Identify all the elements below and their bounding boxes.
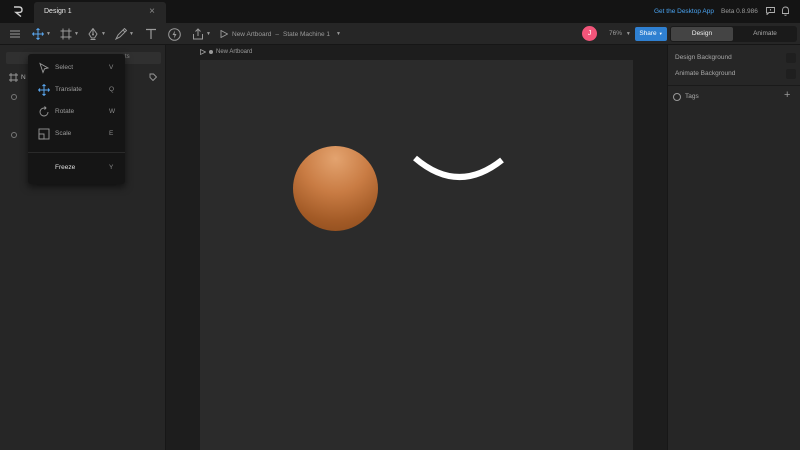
zoom-value: 76% xyxy=(609,30,623,37)
pen-tool-button[interactable]: ▼ xyxy=(87,27,106,41)
smile-curve-shape[interactable] xyxy=(410,150,510,190)
artboard-label[interactable]: New Artboard xyxy=(200,49,252,55)
lightning-circle-icon xyxy=(168,27,181,41)
scale-icon xyxy=(38,128,50,140)
main-menu-button[interactable] xyxy=(9,27,21,41)
document-tab-title: Design 1 xyxy=(44,8,72,15)
share-button[interactable]: Share ▼ xyxy=(635,27,667,41)
inspector-panel: Design Background Animate Background Tag… xyxy=(667,45,800,450)
brush-icon xyxy=(115,28,127,40)
text-t-icon xyxy=(146,28,156,39)
title-bar: Design 1 × Get the Desktop App Beta 0.8.… xyxy=(0,0,800,23)
record-dot-icon xyxy=(209,50,213,54)
events-tool-button[interactable] xyxy=(168,27,181,41)
animate-mode-tab[interactable]: Animate xyxy=(734,27,796,41)
freeze-label: Freeze xyxy=(55,164,76,171)
version-label: Beta 0.8.986 xyxy=(721,8,758,15)
translate-arrows-icon xyxy=(38,84,50,96)
chevron-down-icon: ▼ xyxy=(658,31,663,36)
transform-tool-menu: Select V Translate Q Rotate W Scale E Fr… xyxy=(28,54,125,184)
chevron-down-icon[interactable]: ▼ xyxy=(336,31,341,37)
artboard-row-label: N xyxy=(21,74,26,81)
breadcrumb-separator: – xyxy=(275,30,280,38)
menu-divider xyxy=(28,152,125,153)
menu-item-label: Select xyxy=(55,64,74,71)
chevron-down-icon: ▼ xyxy=(206,31,211,37)
breadcrumb[interactable]: New Artboard – State Machine 1 ▼ xyxy=(220,30,341,38)
select-arrow-icon xyxy=(39,62,50,74)
chevron-down-icon: ▼ xyxy=(101,31,106,37)
mode-switch: Design Animate xyxy=(670,26,797,42)
upload-export-icon xyxy=(193,28,203,40)
design-mode-tab[interactable]: Design xyxy=(671,27,733,41)
rotate-icon xyxy=(39,106,49,117)
chevron-down-icon: ▼ xyxy=(74,31,79,37)
tags-section-label: Tags xyxy=(685,93,699,100)
tag-icon[interactable] xyxy=(149,73,157,81)
artboard-frame-icon xyxy=(60,28,72,40)
shape-tool-button[interactable]: ▼ xyxy=(115,27,134,41)
design-background-label: Design Background xyxy=(675,54,732,61)
animate-background-swatch[interactable] xyxy=(786,69,796,79)
chevron-down-icon: ▼ xyxy=(625,31,631,37)
chevron-down-icon: ▼ xyxy=(46,31,51,37)
rive-logo-icon[interactable] xyxy=(13,6,23,17)
menu-item-select[interactable]: Select V xyxy=(28,58,125,78)
menu-item-freeze[interactable]: Freeze Y xyxy=(28,158,125,178)
move-arrows-icon xyxy=(32,28,44,40)
orange-ball-shape[interactable] xyxy=(293,146,378,231)
design-background-swatch[interactable] xyxy=(786,53,796,63)
tags-toggle-icon[interactable] xyxy=(673,93,681,101)
feedback-icon[interactable] xyxy=(766,7,775,15)
tree-node-icon[interactable] xyxy=(11,94,17,100)
get-desktop-app-link[interactable]: Get the Desktop App xyxy=(654,8,714,15)
shortcut-key: Q xyxy=(109,86,115,93)
play-icon[interactable] xyxy=(220,30,228,38)
tree-node-icon[interactable] xyxy=(11,132,17,138)
panel-divider xyxy=(668,85,800,86)
menu-item-label: Translate xyxy=(55,86,82,93)
play-icon[interactable] xyxy=(200,49,206,55)
shortcut-key: E xyxy=(109,130,114,137)
shortcut-key: Y xyxy=(109,164,114,171)
menu-item-label: Scale xyxy=(55,130,72,137)
add-tag-icon[interactable]: + xyxy=(784,89,790,101)
pen-nib-icon xyxy=(88,28,98,40)
text-tool-button[interactable] xyxy=(145,27,157,41)
notification-bell-icon[interactable] xyxy=(781,6,790,16)
menu-item-label: Rotate xyxy=(55,108,75,115)
close-tab-icon[interactable]: × xyxy=(149,6,155,17)
breadcrumb-state-machine[interactable]: State Machine 1 xyxy=(283,31,330,38)
transform-tool-button[interactable]: ▼ xyxy=(32,27,51,41)
menu-item-scale[interactable]: Scale E xyxy=(28,124,125,144)
artboard-label-text: New Artboard xyxy=(216,49,253,55)
artboard-tool-button[interactable]: ▼ xyxy=(60,27,79,41)
document-tab[interactable]: Design 1 × xyxy=(34,2,166,23)
artboard[interactable] xyxy=(200,60,633,450)
breadcrumb-artboard[interactable]: New Artboard xyxy=(232,31,271,38)
artboard-frame-icon xyxy=(9,73,18,82)
menu-item-translate[interactable]: Translate Q xyxy=(28,80,125,100)
assets-tab-fragment[interactable]: ts xyxy=(125,54,130,60)
zoom-dropdown[interactable]: 76% ▼ xyxy=(609,30,631,37)
share-label: Share xyxy=(639,30,657,37)
animate-background-label: Animate Background xyxy=(675,70,736,77)
chevron-down-icon: ▼ xyxy=(129,31,134,37)
shortcut-key: W xyxy=(109,108,116,115)
export-tool-button[interactable]: ▼ xyxy=(192,27,211,41)
user-avatar[interactable]: J xyxy=(582,26,597,41)
hamburger-menu-icon xyxy=(10,30,20,38)
menu-item-rotate[interactable]: Rotate W xyxy=(28,102,125,122)
shortcut-key: V xyxy=(109,64,114,71)
